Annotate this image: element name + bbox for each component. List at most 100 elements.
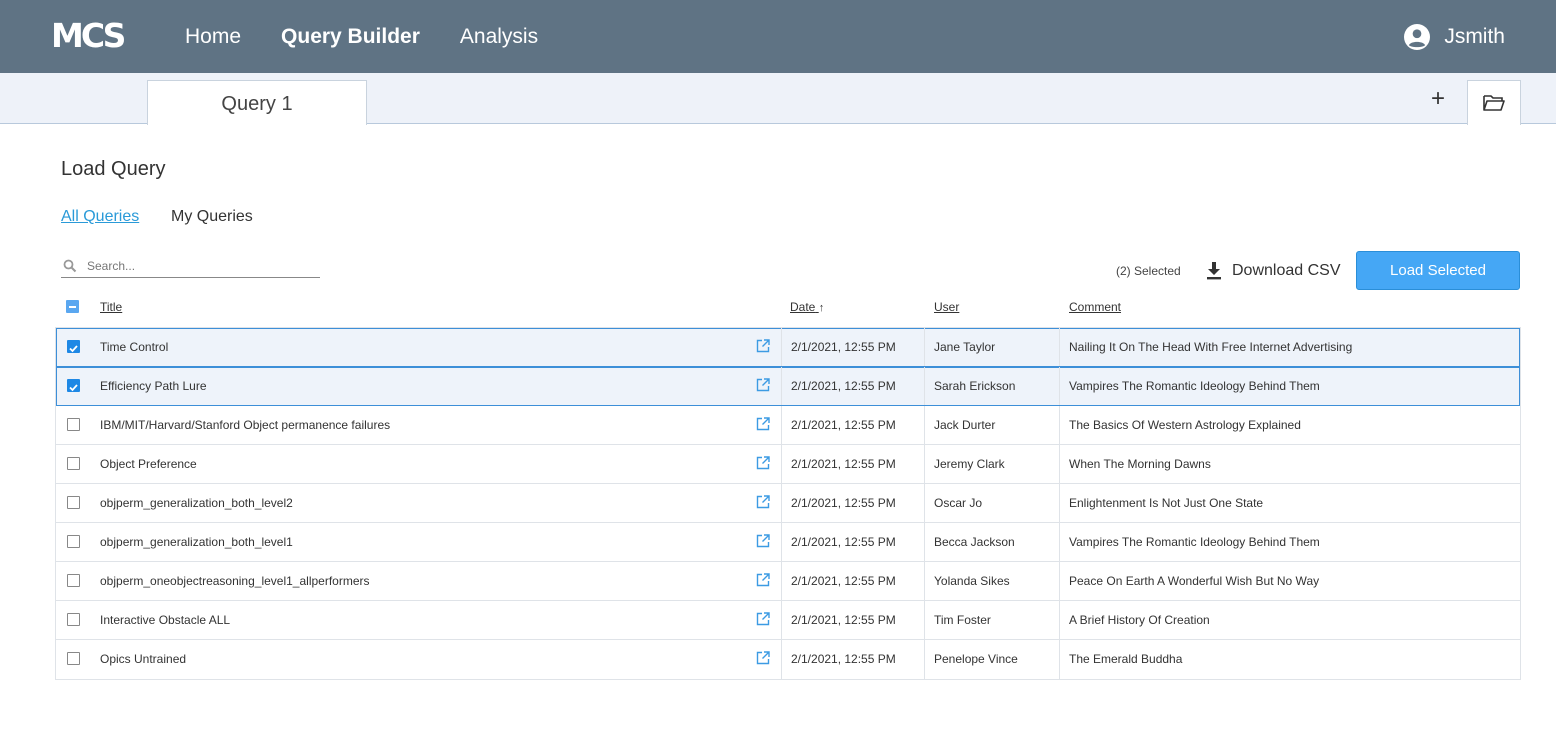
column-divider xyxy=(1059,406,1060,444)
row-title: Time Control xyxy=(100,340,169,354)
table-row[interactable]: Object Preference 2/1/2021, 12:55 PM Jerem… xyxy=(56,445,1520,484)
row-comment: When The Morning Dawns xyxy=(1069,457,1211,471)
username: Jsmith xyxy=(1444,24,1505,48)
column-user[interactable]: User xyxy=(934,300,959,314)
open-external-icon[interactable] xyxy=(756,573,770,587)
search-box xyxy=(61,255,320,278)
row-title: objperm_generalization_both_level1 xyxy=(100,535,293,549)
open-external-icon[interactable] xyxy=(756,417,770,431)
column-date[interactable]: Date ↑ xyxy=(790,300,824,314)
search-input[interactable] xyxy=(87,256,317,276)
row-user: Jeremy Clark xyxy=(934,457,1005,471)
open-external-icon[interactable] xyxy=(756,612,770,626)
row-user: Tim Foster xyxy=(934,613,991,627)
column-divider xyxy=(781,445,782,483)
main-nav: Home Query Builder Analysis xyxy=(185,0,578,73)
column-divider xyxy=(1059,445,1060,483)
row-date: 2/1/2021, 12:55 PM xyxy=(791,457,896,471)
nav-home[interactable]: Home xyxy=(185,0,241,73)
tab-my-queries[interactable]: My Queries xyxy=(171,208,253,226)
column-divider xyxy=(781,367,782,405)
column-divider xyxy=(924,367,925,405)
table-row[interactable]: objperm_generalization_both_level2 2/1/20… xyxy=(56,484,1520,523)
row-date: 2/1/2021, 12:55 PM xyxy=(791,418,896,432)
row-checkbox[interactable] xyxy=(67,496,80,509)
row-checkbox[interactable] xyxy=(67,652,80,665)
open-external-icon[interactable] xyxy=(756,495,770,509)
column-comment[interactable]: Comment xyxy=(1069,300,1121,314)
column-divider xyxy=(781,406,782,444)
open-external-icon[interactable] xyxy=(756,651,770,665)
row-user: Yolanda Sikes xyxy=(934,574,1010,588)
row-comment: A Brief History Of Creation xyxy=(1069,613,1210,627)
row-title: objperm_oneobjectreasoning_level1_allper… xyxy=(100,574,370,588)
page-title: Load Query xyxy=(61,158,166,180)
load-query-tab[interactable] xyxy=(1467,80,1521,125)
row-checkbox[interactable] xyxy=(67,613,80,626)
column-divider xyxy=(1059,484,1060,522)
column-divider xyxy=(781,523,782,561)
row-date: 2/1/2021, 12:55 PM xyxy=(791,340,896,354)
row-checkbox[interactable] xyxy=(67,535,80,548)
row-checkbox[interactable] xyxy=(67,574,80,587)
load-selected-button[interactable]: Load Selected xyxy=(1356,251,1520,290)
open-external-icon[interactable] xyxy=(756,339,770,353)
user-menu[interactable]: Jsmith xyxy=(1404,0,1505,73)
row-user: Oscar Jo xyxy=(934,496,983,510)
table-row[interactable]: objperm_oneobjectreasoning_level1_allper… xyxy=(56,562,1520,601)
account-circle-icon xyxy=(1404,23,1431,50)
row-user: Becca Jackson xyxy=(934,535,1015,549)
row-title: Opics Untrained xyxy=(100,652,187,666)
row-comment: The Basics Of Western Astrology Explaine… xyxy=(1069,418,1301,432)
check-icon xyxy=(69,384,78,392)
query-tab-bar: Query 1 + xyxy=(0,73,1556,125)
tab-query-1[interactable]: Query 1 xyxy=(147,80,367,125)
search-icon xyxy=(63,259,77,273)
row-checkbox[interactable] xyxy=(67,340,80,353)
table-row[interactable]: Interactive Obstacle ALL 2/1/2021, 12:55 … xyxy=(56,601,1520,640)
table-row[interactable]: IBM/MIT/Harvard/Stanford Object permanen… xyxy=(56,406,1520,445)
open-external-icon[interactable] xyxy=(756,456,770,470)
row-checkbox[interactable] xyxy=(67,418,80,431)
column-date-label: Date xyxy=(790,300,816,314)
tab-all-queries[interactable]: All Queries xyxy=(61,208,139,226)
nav-analysis[interactable]: Analysis xyxy=(460,0,538,73)
select-all-checkbox[interactable] xyxy=(66,300,79,313)
column-divider xyxy=(924,601,925,639)
row-comment: Enlightenment Is Not Just One State xyxy=(1069,496,1264,510)
row-checkbox[interactable] xyxy=(67,457,80,470)
column-title[interactable]: Title xyxy=(100,300,122,314)
download-csv-button[interactable]: Download CSV xyxy=(1205,261,1341,281)
column-divider xyxy=(1059,640,1060,679)
row-date: 2/1/2021, 12:55 PM xyxy=(791,652,896,666)
column-divider xyxy=(924,445,925,483)
row-title: IBM/MIT/Harvard/Stanford Object permanen… xyxy=(100,418,391,432)
sort-ascending-icon: ↑ xyxy=(818,302,825,314)
add-tab-button[interactable]: + xyxy=(1424,83,1452,115)
row-checkbox[interactable] xyxy=(67,379,80,392)
row-date: 2/1/2021, 12:55 PM xyxy=(791,574,896,588)
column-divider xyxy=(924,523,925,561)
table-row[interactable]: objperm_generalization_both_level1 2/1/20… xyxy=(56,523,1520,562)
table-row[interactable]: Efficiency Path Lure 2/1/2021, 12:55 PM Sa… xyxy=(56,367,1520,406)
row-user: Sarah Erickson xyxy=(934,379,1016,393)
column-divider xyxy=(1059,523,1060,561)
queries-table: Title Date ↑ User Comment Time Control 2/… xyxy=(55,290,1521,680)
table-header: Title Date ↑ User Comment xyxy=(55,290,1521,327)
row-title: Interactive Obstacle ALL xyxy=(100,613,231,627)
open-external-icon[interactable] xyxy=(756,378,770,392)
top-nav-bar: MCS Home Query Builder Analysis Jsmith xyxy=(0,0,1556,73)
selected-count: (2) Selected xyxy=(1116,264,1181,278)
column-divider xyxy=(781,601,782,639)
table-row[interactable]: Time Control 2/1/2021, 12:55 PM Jane Taylo… xyxy=(56,328,1520,367)
column-divider xyxy=(924,562,925,600)
column-divider xyxy=(781,328,782,366)
column-divider xyxy=(1059,367,1060,405)
mcs-logo[interactable]: MCS xyxy=(51,19,126,52)
row-date: 2/1/2021, 12:55 PM xyxy=(791,496,896,510)
nav-query-builder[interactable]: Query Builder xyxy=(281,0,420,73)
row-comment: The Emerald Buddha xyxy=(1069,652,1183,666)
row-user: Jane Taylor xyxy=(934,340,996,354)
open-external-icon[interactable] xyxy=(756,534,770,548)
table-row[interactable]: Opics Untrained 2/1/2021, 12:55 PM Penelop… xyxy=(56,640,1520,679)
